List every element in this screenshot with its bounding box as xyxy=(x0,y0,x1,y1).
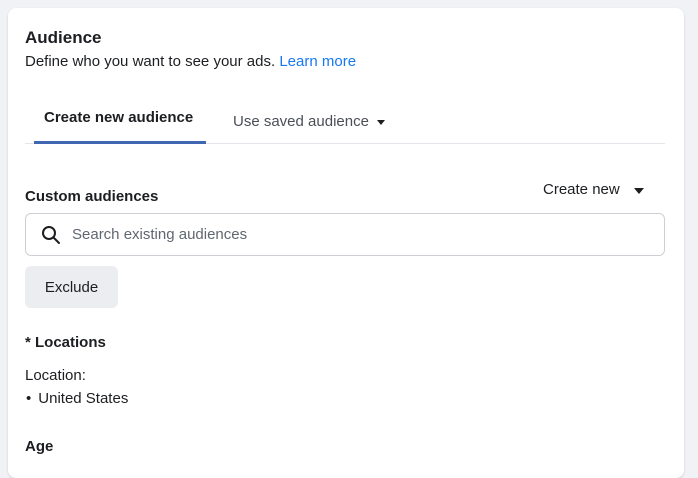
create-new-dropdown[interactable]: Create new xyxy=(543,181,644,198)
custom-audiences-label: Custom audiences xyxy=(25,188,159,205)
age-label: Age xyxy=(25,438,54,455)
location-key: Location: xyxy=(25,367,86,384)
subtitle-text: Define who you want to see your ads. xyxy=(25,53,276,70)
section-subtitle: Define who you want to see your ads. Lea… xyxy=(25,53,356,70)
search-icon xyxy=(40,224,62,246)
list-item: United States xyxy=(26,390,128,407)
section-title: Audience xyxy=(25,28,102,47)
location-list: United States xyxy=(26,390,128,407)
audience-search-box[interactable] xyxy=(25,213,665,256)
search-input[interactable] xyxy=(72,219,632,250)
audience-card: Audience Define who you want to see your… xyxy=(8,8,684,478)
tab-create-new-audience[interactable]: Create new audience xyxy=(34,100,206,144)
learn-more-link[interactable]: Learn more xyxy=(279,53,356,70)
audience-tabs: Create new audience Use saved audience xyxy=(25,100,665,144)
create-new-label: Create new xyxy=(543,181,620,198)
locations-label: * Locations xyxy=(25,334,106,351)
caret-down-icon xyxy=(376,120,385,125)
tab-use-saved-audience[interactable]: Use saved audience xyxy=(233,100,385,143)
tab-saved-label: Use saved audience xyxy=(233,112,369,130)
caret-down-icon xyxy=(633,187,644,194)
exclude-button[interactable]: Exclude xyxy=(25,266,118,308)
